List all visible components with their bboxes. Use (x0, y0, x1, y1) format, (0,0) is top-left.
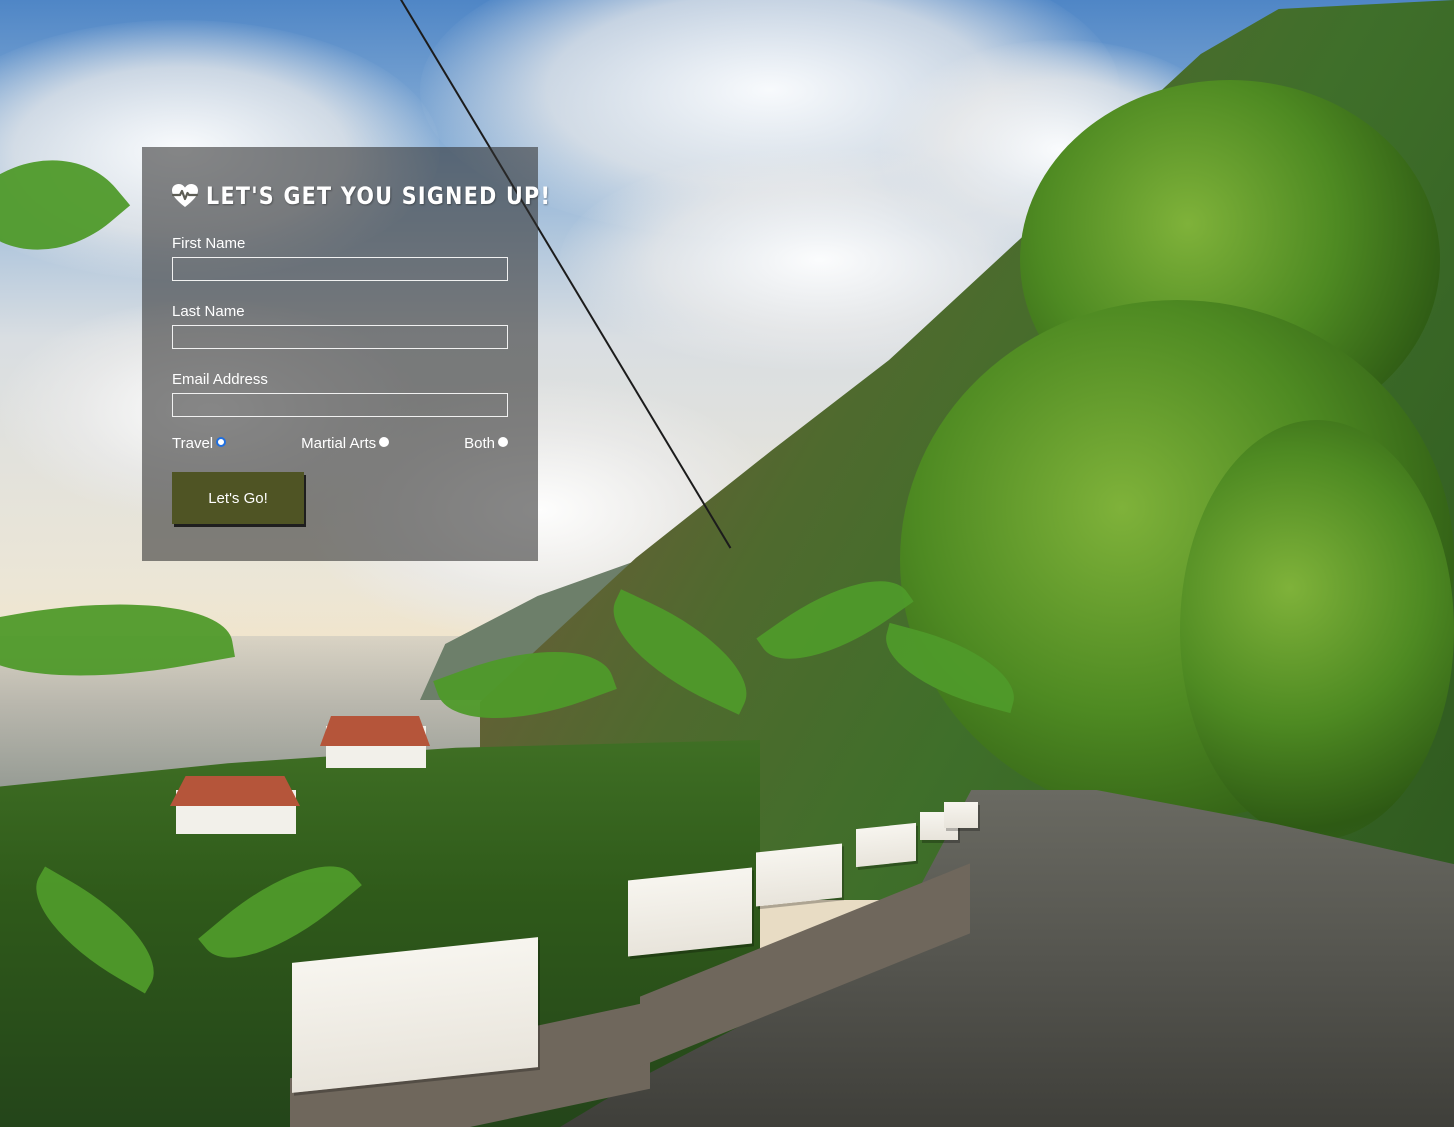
last-name-label: Last Name (172, 303, 245, 320)
white-barrier-block (292, 937, 538, 1093)
first-name-label: First Name (172, 235, 246, 252)
form-header: Let's get you signed up! (172, 181, 550, 211)
white-barrier-block (944, 802, 978, 828)
form-title: Let's get you signed up! (206, 182, 552, 210)
radio-label-martial-arts: Martial Arts (301, 435, 377, 452)
first-name-group: First Name (172, 235, 508, 281)
radio-button-martial-arts[interactable] (379, 436, 390, 447)
radio-option-travel[interactable]: Travel (172, 435, 227, 452)
submit-button[interactable]: Let's Go! (172, 472, 304, 524)
radio-option-martial-arts[interactable]: Martial Arts (301, 435, 390, 452)
email-label: Email Address (172, 371, 268, 388)
email-group: Email Address (172, 371, 508, 417)
email-input[interactable] (172, 393, 508, 417)
radio-label-both: Both (464, 435, 495, 452)
heartbeat-icon (172, 184, 198, 207)
last-name-group: Last Name (172, 303, 508, 349)
white-barrier-block (628, 867, 752, 957)
radio-label-travel: Travel (172, 435, 214, 452)
signup-form: Let's get you signed up! First Name Last… (142, 147, 550, 561)
radio-button-both[interactable] (498, 436, 508, 447)
radio-button-travel[interactable] (216, 436, 227, 447)
house-roof (170, 776, 300, 806)
white-barrier-block (756, 843, 842, 907)
last-name-input[interactable] (172, 325, 508, 349)
white-barrier-block (856, 822, 916, 868)
radio-option-both[interactable]: Both (464, 435, 508, 452)
house-roof (320, 716, 430, 746)
interest-radio-group: Travel Martial Arts Both (172, 435, 508, 452)
vegetation (1180, 420, 1454, 840)
first-name-input[interactable] (172, 257, 508, 281)
